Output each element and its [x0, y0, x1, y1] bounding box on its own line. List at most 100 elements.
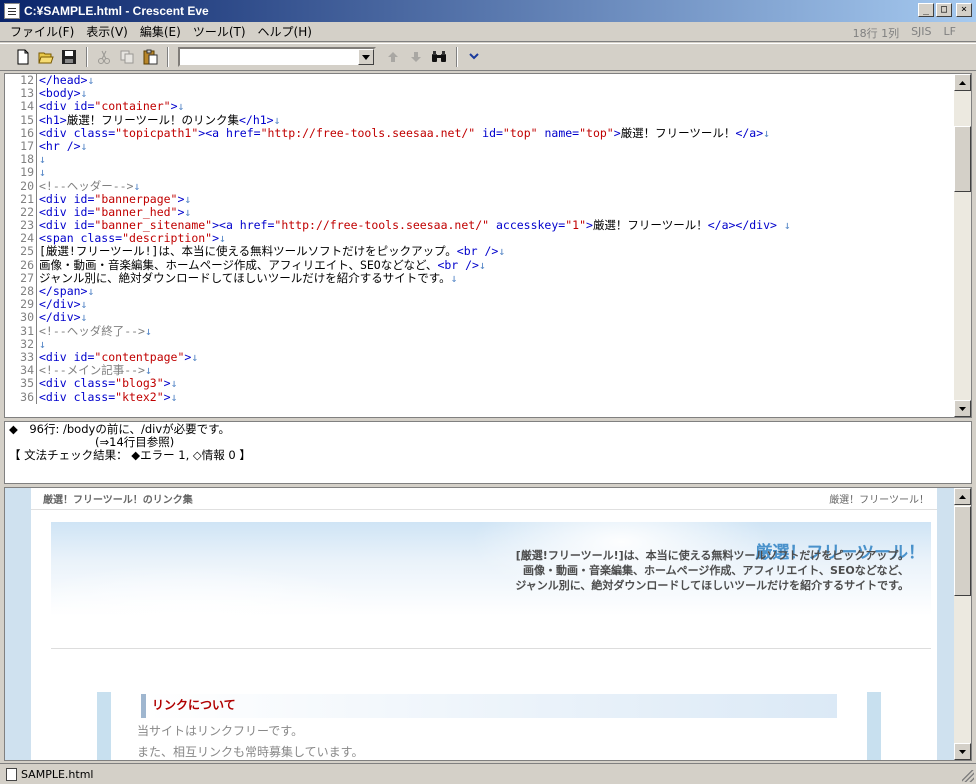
- menu-help[interactable]: ヘルプ(H): [252, 23, 318, 40]
- line-number: 31: [5, 324, 37, 338]
- arrow-up-icon: [959, 80, 966, 85]
- scroll-thumb[interactable]: [954, 506, 971, 596]
- line-number: 30: [5, 311, 37, 325]
- preview-h1: 厳選！フリーツール！のリンク集: [43, 495, 193, 506]
- scroll-thumb[interactable]: [954, 126, 971, 192]
- banner-description: [厳選!フリーツール!]は、本当に使える無料ツールソフトだけをピックアップ。 画…: [515, 548, 909, 593]
- code-line[interactable]: 18 ↓: [5, 152, 955, 167]
- arrow-down-icon: [959, 406, 966, 411]
- html-file-icon: [6, 767, 17, 781]
- html-preview[interactable]: 厳選！フリーツール！のリンク集 厳選！フリーツール！ 厳選！フリーツール！ [厳…: [4, 487, 972, 761]
- save-button[interactable]: [58, 46, 80, 68]
- horizontal-rule: [51, 648, 931, 649]
- scroll-up-button[interactable]: [954, 488, 971, 505]
- find-button[interactable]: [428, 46, 450, 68]
- scroll-down-button[interactable]: [954, 743, 971, 760]
- search-combobox[interactable]: [178, 47, 376, 67]
- content-border-left: [97, 692, 111, 760]
- menu-edit[interactable]: 編集(E): [134, 23, 187, 40]
- cut-button[interactable]: [93, 46, 115, 68]
- link-free-text: 当サイトはリンクフリーです。: [137, 724, 304, 738]
- code-line[interactable]: 28 </span>↓: [5, 284, 955, 299]
- encoding-indicator: SJIS: [911, 25, 932, 38]
- line-text[interactable]: ジャンル別に、絶対ダウンロードしてほしいツールだけを紹介するサイトです。↓: [39, 271, 458, 285]
- description-line: [厳選!フリーツール!]は、本当に使える無料ツールソフトだけをピックアップ。: [515, 549, 909, 562]
- save-icon: [62, 50, 76, 64]
- code-line[interactable]: 36 <div class="ktex2">↓: [5, 390, 955, 404]
- editor-scrollbar[interactable]: [954, 74, 971, 417]
- line-number: 15: [5, 113, 37, 127]
- close-button[interactable]: ×: [956, 3, 972, 17]
- arrow-down-icon: [411, 52, 421, 62]
- menu-file[interactable]: ファイル(F): [4, 23, 80, 40]
- topicpath-link[interactable]: 厳選！フリーツール！: [829, 491, 929, 506]
- line-text[interactable]: <!--ヘッダ終了-->↓: [39, 324, 152, 338]
- copy-button[interactable]: [116, 46, 138, 68]
- line-number: 36: [5, 390, 37, 404]
- line-number: 19: [5, 166, 37, 180]
- line-text[interactable]: <div class="topicpath1"><a href="http://…: [39, 126, 770, 140]
- code-line[interactable]: 19 ↓: [5, 166, 955, 180]
- code-line[interactable]: 17 <hr />↓: [5, 139, 955, 154]
- preview-header: 厳選！フリーツール！のリンク集 厳選！フリーツール！: [31, 488, 937, 510]
- line-number: 32: [5, 337, 37, 351]
- line-text[interactable]: <hr />↓: [39, 139, 87, 153]
- line-number: 20: [5, 179, 37, 193]
- scroll-up-button[interactable]: [954, 74, 971, 91]
- description-line: 画像・動画・音楽編集、ホームページ作成、アフィリエイト、SEOなどなど、: [522, 564, 909, 577]
- line-number: 35: [5, 377, 37, 391]
- new-file-button[interactable]: [12, 46, 34, 68]
- status-bar: SAMPLE.html: [0, 763, 976, 784]
- new-file-icon: [17, 49, 29, 65]
- title-bar[interactable]: C:¥SAMPLE.html - Crescent Eve _ □ ×: [0, 0, 976, 22]
- line-number: 16: [5, 126, 37, 140]
- line-number: 25: [5, 245, 37, 259]
- open-folder-icon: [38, 52, 54, 64]
- cloud-decoration: [51, 562, 391, 647]
- toolbar-separator: [456, 47, 458, 67]
- status-filename: SAMPLE.html: [21, 767, 94, 781]
- check-summary: 【 文法チェック結果： ◆エラー 1, ◇情報 0 】: [9, 448, 251, 462]
- banner: 厳選！フリーツール！ [厳選!フリーツール!]は、本当に使える無料ツールソフトだ…: [51, 522, 931, 647]
- toolbar-separator: [86, 47, 88, 67]
- minimize-button[interactable]: _: [918, 3, 934, 17]
- code-line[interactable]: 12 </head>↓: [5, 74, 955, 88]
- window-controls: _ □ ×: [918, 3, 972, 17]
- code-editor[interactable]: 12 </head>↓ 13 <body>↓ 14 <div id="container"…: [4, 73, 972, 418]
- cursor-status: 18行 1列 SJIS LF: [853, 25, 956, 41]
- binoculars-icon: [432, 51, 446, 62]
- menu-bar: ファイル(F) 表示(V) 編集(E) ツール(T) ヘルプ(H) 18行 1列…: [0, 22, 976, 42]
- code-line[interactable]: 31 <!--ヘッダ終了-->↓: [5, 324, 955, 338]
- line-text[interactable]: <div class="ktex2">↓: [39, 390, 178, 404]
- code-line[interactable]: 27 ジャンル別に、絶対ダウンロードしてほしいツールだけを紹介するサイトです。↓: [5, 271, 955, 285]
- document-icon: [4, 3, 20, 19]
- preview-scrollbar[interactable]: [954, 488, 971, 760]
- menu-tools[interactable]: ツール(T): [187, 23, 252, 40]
- syntax-check-results[interactable]: ◆ 96行: /bodyの前に、/divが必要です。 (⇒14行目参照) 【 文…: [4, 421, 972, 484]
- arrow-up-icon: [388, 52, 398, 62]
- search-input[interactable]: [180, 49, 356, 65]
- toolbar: [0, 43, 976, 71]
- paste-button[interactable]: [139, 46, 161, 68]
- search-dropdown-button[interactable]: [358, 49, 374, 65]
- chevron-down-icon: [362, 54, 370, 60]
- find-previous-button[interactable]: [382, 46, 404, 68]
- scroll-down-button[interactable]: [954, 400, 971, 417]
- newline-indicator: LF: [943, 25, 956, 38]
- arrow-up-icon: [959, 494, 966, 499]
- content-border-right: [867, 692, 881, 760]
- code-lines[interactable]: 12 </head>↓ 13 <body>↓ 14 <div id="container"…: [5, 74, 955, 404]
- open-file-button[interactable]: [35, 46, 57, 68]
- arrow-down-icon: [959, 749, 966, 754]
- menu-view[interactable]: 表示(V): [80, 23, 134, 40]
- code-line[interactable]: 16 <div class="topicpath1"><a href="http:…: [5, 126, 955, 140]
- preview-page: 厳選！フリーツール！のリンク集 厳選！フリーツール！ 厳選！フリーツール！ [厳…: [31, 488, 937, 760]
- toolbar-more-button[interactable]: [463, 46, 485, 68]
- code-line[interactable]: 29 </div>↓: [5, 297, 955, 312]
- cursor-position: 18行 1列: [852, 27, 900, 40]
- link-section-heading: リンクについて: [141, 694, 837, 718]
- maximize-button[interactable]: □: [936, 3, 952, 17]
- line-number: 26: [5, 258, 37, 272]
- find-next-button[interactable]: [405, 46, 427, 68]
- resize-grip[interactable]: [962, 770, 974, 782]
